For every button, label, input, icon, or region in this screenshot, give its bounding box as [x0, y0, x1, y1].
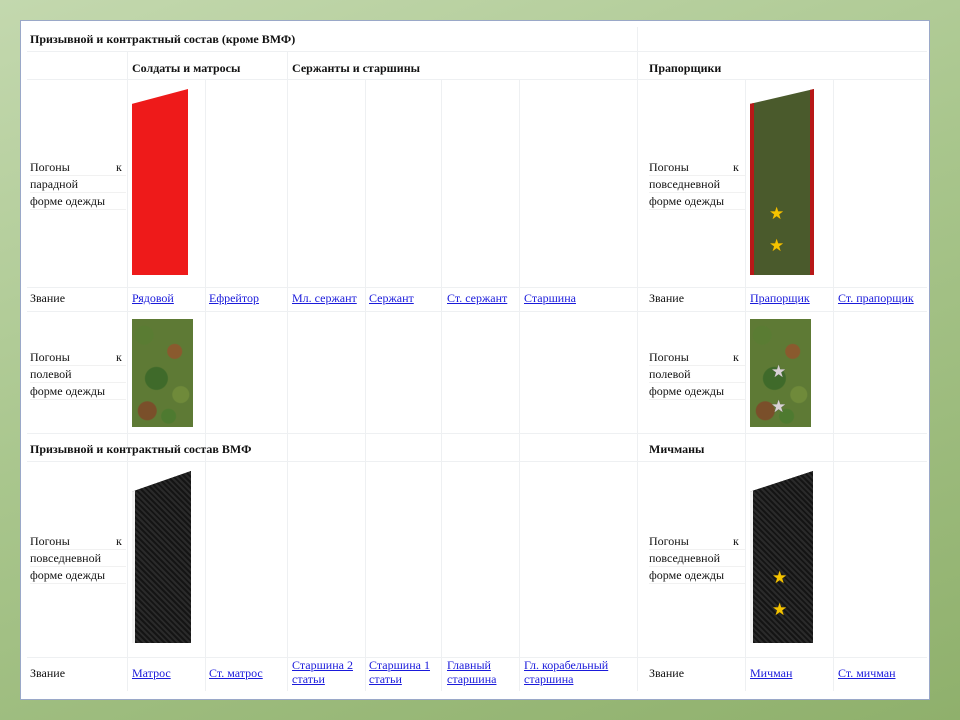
rank-link-senior-midshipman[interactable]: Ст. мичман — [838, 666, 896, 680]
rank-link-private[interactable]: Рядовой — [132, 291, 174, 305]
midshipmen-header: Мичманы — [649, 442, 705, 456]
grid-line — [27, 311, 927, 312]
navy-daily-epaulette-image — [132, 471, 191, 643]
grid-line — [365, 79, 366, 691]
grid-line — [27, 79, 927, 80]
label-line: форме одежды — [649, 193, 745, 210]
rank-link-warrant-officer[interactable]: Прапорщик — [750, 291, 810, 305]
star-icon: ★ — [769, 204, 785, 223]
field-epaulette-image — [132, 319, 193, 427]
daily-uniform-label: Погоны к повседневной форме одежды — [649, 533, 749, 584]
rank-link-senior-seaman[interactable]: Ст. матрос — [209, 666, 263, 680]
parade-uniform-label: Погоны к парадной форме одежды — [30, 159, 130, 210]
label-line: парадной — [30, 176, 126, 193]
rank-table: Призывной и контрактный состав (кроме ВМ… — [21, 21, 929, 699]
label-line: полевой — [30, 366, 126, 383]
rank-link-chief-ship-petty-officer[interactable]: Гл. корабельный старшина — [524, 658, 640, 686]
label-k: к — [116, 534, 122, 548]
rank-row-label: Звание — [30, 291, 66, 305]
star-icon: ★ — [769, 236, 785, 255]
field-uniform-label: Погоны к полевой форме одежды — [30, 349, 130, 400]
grid-line — [833, 79, 834, 691]
label-line: повседневной — [649, 550, 745, 567]
rank-link-petty-officer-2[interactable]: Старшина 2 статьи — [292, 658, 360, 686]
grid-line — [27, 287, 927, 288]
label-k: к — [733, 350, 739, 364]
label-line: повседневной — [30, 550, 126, 567]
grid-line — [27, 51, 927, 52]
grid-line — [27, 461, 927, 462]
label-line: форме одежды — [30, 383, 126, 400]
label-line: Погоны — [30, 533, 126, 550]
rank-link-senior-sergeant[interactable]: Ст. сержант — [447, 291, 507, 305]
label-k: к — [116, 350, 122, 364]
label-line: форме одежды — [30, 567, 126, 584]
rank-row-label: Звание — [30, 666, 66, 680]
rank-link-sergeant-major[interactable]: Старшина — [524, 291, 576, 305]
label-line: форме одежды — [649, 567, 745, 584]
label-line: Погоны — [649, 349, 745, 366]
parade-epaulette-image — [132, 89, 188, 275]
label-line: повседневной — [649, 176, 745, 193]
label-k: к — [733, 534, 739, 548]
army-section-title: Призывной и контрактный состав (кроме ВМ… — [30, 32, 296, 46]
star-icon: ★ — [772, 568, 788, 587]
rank-link-midshipman[interactable]: Мичман — [750, 666, 792, 680]
midshipman-daily-epaulette-image: ★ ★ — [750, 471, 813, 643]
warrant-field-epaulette-image: ★ ★ — [750, 319, 811, 427]
label-line: Погоны — [30, 159, 126, 176]
warrant-officers-header: Прапорщики — [649, 61, 722, 75]
sergeants-header: Сержанты и старшины — [292, 61, 420, 75]
label-line: Погоны — [649, 159, 745, 176]
rank-link-lance-corporal[interactable]: Ефрейтор — [209, 291, 259, 305]
star-icon: ★ — [772, 600, 788, 619]
field-uniform-label: Погоны к полевой форме одежды — [649, 349, 749, 400]
star-icon: ★ — [771, 362, 787, 381]
rank-link-seaman[interactable]: Матрос — [132, 666, 171, 680]
warrant-daily-epaulette-image: ★ ★ — [750, 89, 814, 275]
rank-row-label: Звание — [649, 666, 685, 680]
soldiers-header: Солдаты и матросы — [132, 61, 241, 75]
grid-line — [27, 433, 927, 434]
grid-line — [519, 79, 520, 691]
daily-uniform-label: Погоны к повседневной форме одежды — [30, 533, 130, 584]
label-line: форме одежды — [649, 383, 745, 400]
rank-link-sergeant[interactable]: Сержант — [369, 291, 414, 305]
daily-uniform-label: Погоны к повседневной форме одежды — [649, 159, 749, 210]
star-icon: ★ — [771, 397, 787, 416]
rank-link-junior-sergeant[interactable]: Мл. сержант — [292, 291, 357, 305]
label-line: Погоны — [649, 533, 745, 550]
rank-link-petty-officer-1[interactable]: Старшина 1 статьи — [369, 658, 437, 686]
grid-line — [205, 79, 206, 691]
label-k: к — [116, 160, 122, 174]
label-line: форме одежды — [30, 193, 126, 210]
grid-line — [287, 51, 288, 691]
rank-row-label: Звание — [649, 291, 685, 305]
grid-line — [441, 79, 442, 691]
rank-link-chief-petty-officer[interactable]: Главный старшина — [447, 658, 507, 686]
navy-section-title: Призывной и контрактный состав ВМФ — [30, 442, 252, 456]
label-line: полевой — [649, 366, 745, 383]
rank-link-senior-warrant-officer[interactable]: Ст. прапорщик — [838, 291, 914, 305]
label-line: Погоны — [30, 349, 126, 366]
grid-line — [637, 27, 638, 691]
rank-table-sheet: Призывной и контрактный состав (кроме ВМ… — [20, 20, 930, 700]
label-k: к — [733, 160, 739, 174]
